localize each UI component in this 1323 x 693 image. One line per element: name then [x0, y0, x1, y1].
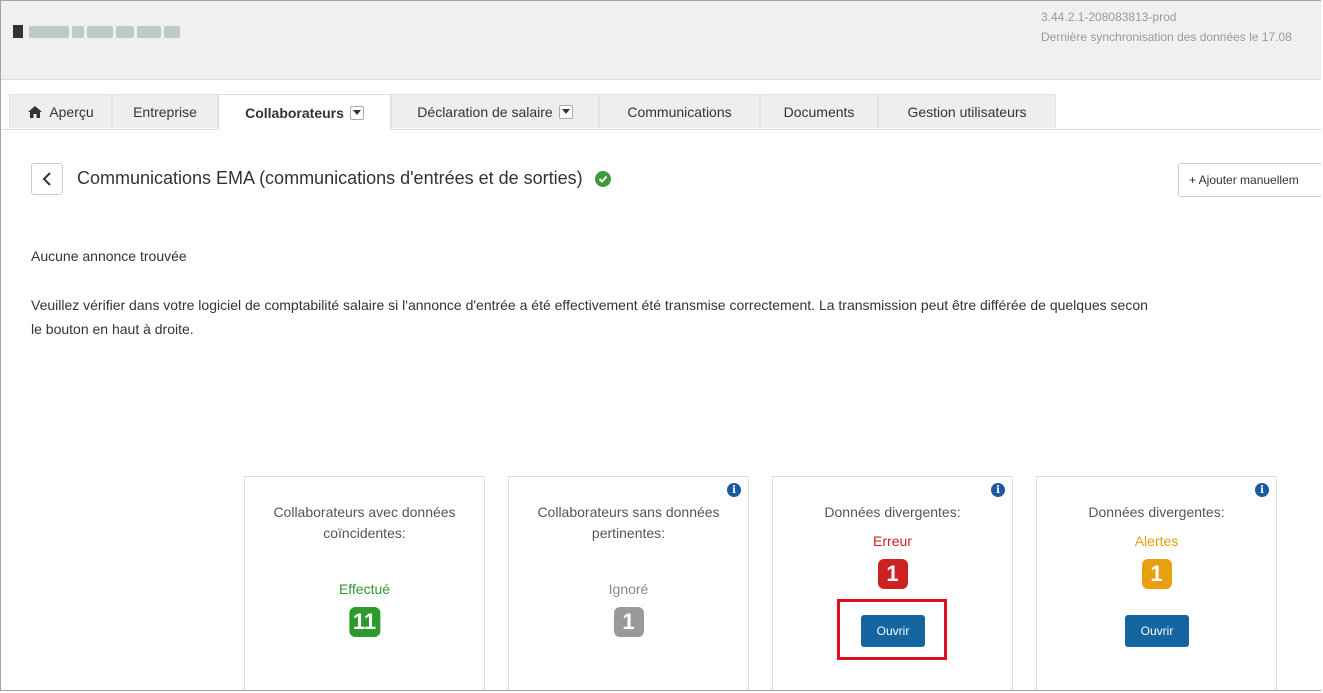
status-text: Erreur: [873, 533, 912, 549]
highlight-annotation: [837, 599, 947, 660]
app-window: 3.44.2.1-208083813-prod Dernière synchro…: [0, 0, 1321, 691]
chevron-left-icon: [42, 172, 51, 186]
add-manually-button[interactable]: + Ajouter manuellem: [1178, 163, 1321, 197]
back-button[interactable]: [31, 163, 63, 195]
tab-collaborateurs[interactable]: Collaborateurs: [218, 94, 391, 130]
status-text: Ignoré: [608, 581, 649, 597]
card-label-line: coïncidentes:: [323, 525, 406, 541]
company-logo: [13, 25, 180, 38]
summary-card-alerts: i Données divergentes: Alertes 1 Ouvrir: [1036, 476, 1277, 690]
status-text: Effectué: [338, 581, 391, 597]
card-label: Données divergentes:: [773, 502, 1012, 523]
card-label: Collaborateurs avec données coïncidentes…: [245, 502, 484, 544]
no-results-text: Aucune annonce trouvée: [31, 248, 187, 264]
main-tabs: Aperçu Entreprise Collaborateurs Déclara…: [1, 94, 1321, 130]
tab-label: Documents: [783, 103, 855, 120]
count-badge: 1: [1141, 559, 1172, 589]
info-message-line2: le bouton en haut à droite.: [31, 321, 194, 337]
page-title: Communications EMA (communications d'ent…: [77, 168, 611, 189]
count-badge: 11: [348, 607, 381, 637]
card-label-line: Données divergentes:: [1088, 504, 1225, 520]
card-label-line: Collaborateurs sans données: [537, 504, 720, 520]
card-label-line: Collaborateurs avec données: [273, 504, 456, 520]
top-header: 3.44.2.1-208083813-prod Dernière synchro…: [1, 1, 1321, 80]
status-text: Alertes: [1134, 533, 1179, 549]
tab-label: Gestion utilisateurs: [907, 103, 1027, 120]
open-alerts-button[interactable]: Ouvrir: [1125, 615, 1189, 647]
tab-entreprise[interactable]: Entreprise: [112, 94, 218, 128]
tab-label: Déclaration de salaire: [417, 103, 553, 120]
home-icon: [27, 105, 43, 119]
summary-card-coincident: Collaborateurs avec données coïncidentes…: [244, 476, 485, 690]
summary-card-ignored: i Collaborateurs sans données pertinente…: [508, 476, 749, 690]
check-circle-icon: [594, 170, 611, 187]
tab-declaration-salaire[interactable]: Déclaration de salaire: [391, 94, 599, 128]
card-label-line: pertinentes:: [591, 525, 666, 541]
info-message-line1: Veuillez vérifier dans votre logiciel de…: [31, 297, 1148, 313]
company-name-redacted: [29, 25, 180, 38]
tab-apercu[interactable]: Aperçu: [9, 94, 112, 128]
info-icon[interactable]: i: [991, 483, 1005, 497]
tab-gestion-utilisateurs[interactable]: Gestion utilisateurs: [878, 94, 1056, 128]
page-title-text: Communications EMA (communications d'ent…: [77, 168, 583, 188]
chevron-down-icon[interactable]: [558, 104, 573, 119]
tab-label: Entreprise: [133, 103, 197, 120]
card-label: Données divergentes:: [1037, 502, 1276, 523]
chevron-down-icon[interactable]: [349, 105, 364, 120]
tab-documents[interactable]: Documents: [760, 94, 878, 128]
version-info: 3.44.2.1-208083813-prod Dernière synchro…: [1041, 7, 1292, 47]
tab-communications[interactable]: Communications: [599, 94, 760, 128]
sync-status: Dernière synchronisation des données le …: [1041, 30, 1292, 44]
tab-label: Collaborateurs: [245, 104, 344, 121]
info-icon[interactable]: i: [727, 483, 741, 497]
tab-label: Aperçu: [49, 103, 94, 120]
count-badge: 1: [613, 607, 644, 637]
card-label: Collaborateurs sans données pertinentes:: [509, 502, 748, 544]
info-icon[interactable]: i: [1255, 483, 1269, 497]
version-number: 3.44.2.1-208083813-prod: [1041, 10, 1177, 24]
count-badge: 1: [877, 559, 908, 589]
tab-label: Communications: [627, 103, 732, 120]
building-icon: [13, 25, 23, 38]
card-label-line: Données divergentes:: [824, 504, 961, 520]
